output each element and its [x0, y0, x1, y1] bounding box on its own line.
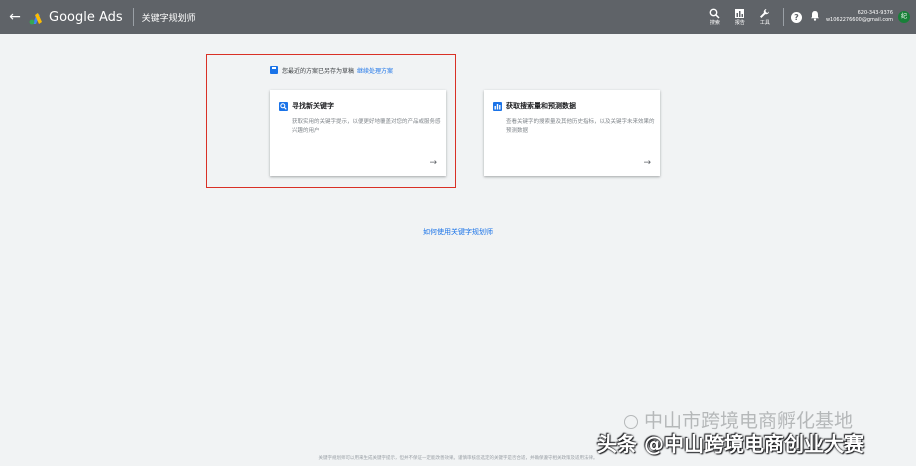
howto-row: 如何使用关键字规划师 — [0, 227, 916, 237]
page-title: 关键字规划师 — [141, 13, 196, 24]
header-divider — [132, 8, 134, 26]
avatar[interactable]: 纪 — [898, 11, 910, 23]
draft-notice: 您最近的方案已另存为草稿 继续处理方案 — [270, 64, 393, 76]
search-icon — [279, 101, 288, 111]
arrow-right-icon[interactable]: → — [643, 158, 651, 168]
search-icon — [709, 8, 720, 20]
help-icon[interactable]: ? — [790, 11, 802, 23]
save-icon — [270, 66, 278, 74]
header-divider — [782, 8, 784, 26]
watermark-lower: 头条 @中山跨境电商创业大赛 — [597, 432, 864, 456]
reports-button[interactable]: 报告 — [729, 8, 751, 27]
get-forecasts-card[interactable]: 获取搜索量和预测数据 查看关键字的搜索量及其他历史指标，以及关键字未来效果的预测… — [484, 90, 660, 176]
card-title: 获取搜索量和预测数据 — [506, 102, 576, 110]
account-email: w1062276600@gmail.com — [825, 17, 893, 23]
card-title: 寻找新关键字 — [292, 102, 334, 110]
card-description: 获取实用的关键字提示，以便更好地覆盖对您的产品或服务感兴趣的用户 — [292, 119, 441, 134]
account-info[interactable]: 620-343-9376 w1062276600@gmail.com — [826, 10, 893, 24]
tools-button[interactable]: 工具 — [754, 8, 776, 27]
wechat-icon — [624, 414, 638, 429]
arrow-right-icon[interactable]: → — [429, 158, 437, 168]
reports-label: 报告 — [734, 19, 745, 26]
find-keywords-card[interactable]: 寻找新关键字 获取实用的关键字提示，以便更好地覆盖对您的产品或服务感兴趣的用户 … — [270, 90, 446, 176]
back-arrow-icon[interactable]: ← — [6, 9, 24, 25]
search-label: 搜索 — [709, 19, 720, 26]
draft-text: 您最近的方案已另存为草稿 — [282, 67, 355, 75]
tools-label: 工具 — [759, 19, 770, 26]
google-ads-logo — [28, 10, 44, 25]
continue-plan-link[interactable]: 继续处理方案 — [357, 66, 393, 75]
wrench-icon — [759, 8, 770, 20]
card-header: 获取搜索量和预测数据 — [493, 101, 576, 111]
card-description: 查看关键字的搜索量及其他历史指标，以及关键字未来效果的预测数据 — [506, 119, 655, 134]
search-button[interactable]: 搜索 — [704, 8, 726, 27]
chart-icon — [493, 101, 502, 111]
notifications-bell-icon[interactable] — [810, 10, 820, 24]
brand-name: Google Ads — [49, 9, 123, 25]
card-header: 寻找新关键字 — [279, 101, 334, 111]
reports-icon — [734, 8, 745, 20]
account-id: 620-343-9376 — [857, 10, 893, 16]
header-actions: 搜索 报告 工具 ? 620-343-9376 w1062276600@gmai… — [701, 0, 910, 34]
how-to-use-link[interactable]: 如何使用关键字规划师 — [423, 228, 493, 236]
top-app-bar: ← Google Ads 关键字规划师 搜索 报告 工具 ? 620-343-9… — [0, 0, 916, 34]
